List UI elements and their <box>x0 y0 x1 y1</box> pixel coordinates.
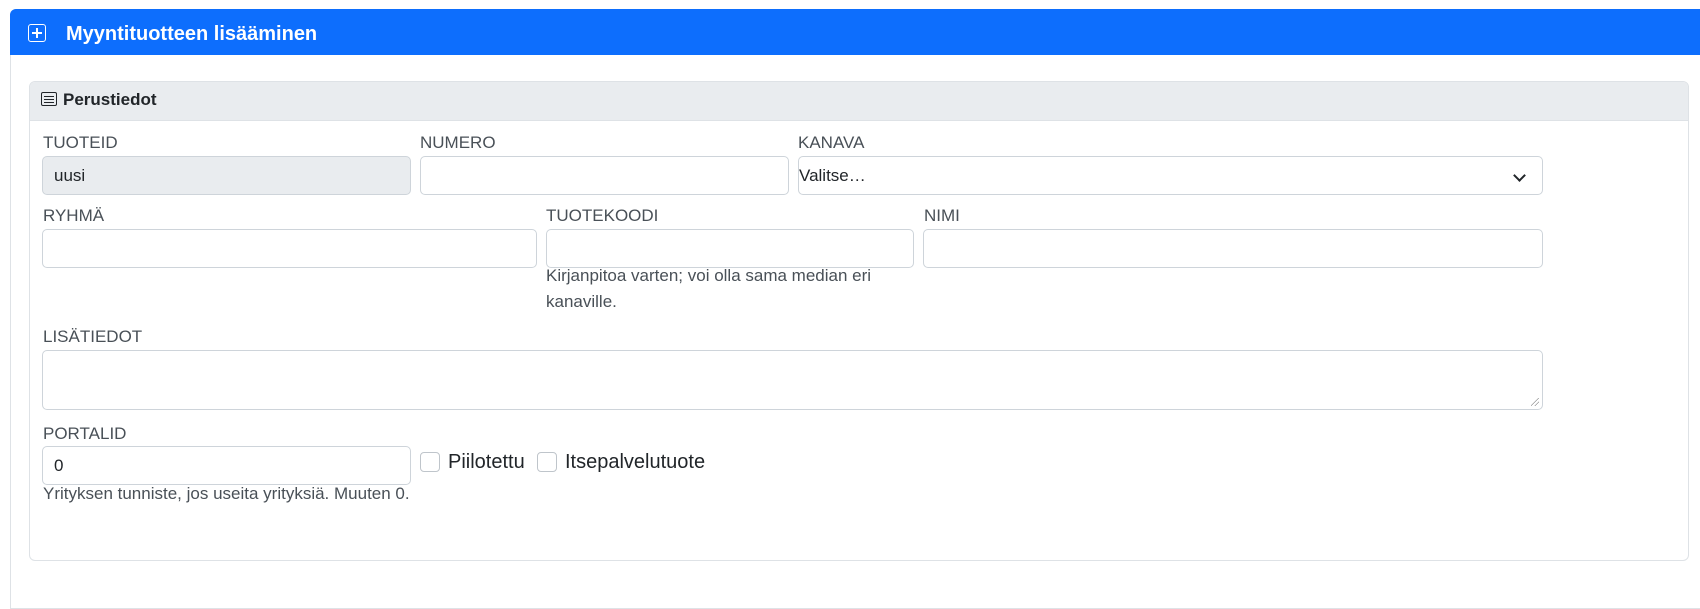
numero-label: NUMERO <box>420 133 496 152</box>
tuotekoodi-hint: Kirjanpitoa varten; voi olla sama median… <box>546 266 872 311</box>
kanava-label: KANAVA <box>798 133 865 152</box>
numero-field[interactable] <box>420 156 789 195</box>
kanava-selected-value: Valitse… <box>799 166 866 185</box>
portalid-hint: Yrityksen tunniste, jos useita yrityksiä… <box>43 484 410 503</box>
piilotettu-checkbox[interactable] <box>420 452 440 472</box>
tuoteid-field[interactable]: uusi <box>42 156 411 195</box>
lisatiedot-label: LISÄTIEDOT <box>43 327 143 346</box>
lisatiedot-textarea[interactable] <box>42 350 1543 410</box>
portalid-label: PORTALID <box>43 424 127 443</box>
tuoteid-label: TUOTEID <box>43 133 118 152</box>
portalid-field[interactable]: 0 <box>42 446 411 485</box>
itsepalvelutuote-label[interactable]: Itsepalvelutuote <box>565 450 705 474</box>
card-header <box>30 82 1688 121</box>
tuotekoodi-label: TUOTEKOODI <box>546 206 659 225</box>
panel-title: Myyntituotteen lisääminen <box>66 23 318 45</box>
card-text-icon <box>41 92 57 106</box>
nimi-field[interactable] <box>923 229 1543 268</box>
plus-square-icon <box>28 24 46 42</box>
ryhma-field[interactable] <box>42 229 537 268</box>
chevron-down-icon <box>1513 169 1526 182</box>
kanava-select[interactable]: Valitse… <box>798 156 1543 195</box>
card-title: Perustiedot <box>63 90 157 109</box>
nimi-label: NIMI <box>924 206 960 225</box>
piilotettu-label[interactable]: Piilotettu <box>448 450 525 474</box>
ryhma-label: RYHMÄ <box>43 206 105 225</box>
itsepalvelutuote-checkbox[interactable] <box>537 452 557 472</box>
resize-grip-icon[interactable] <box>1531 398 1539 406</box>
